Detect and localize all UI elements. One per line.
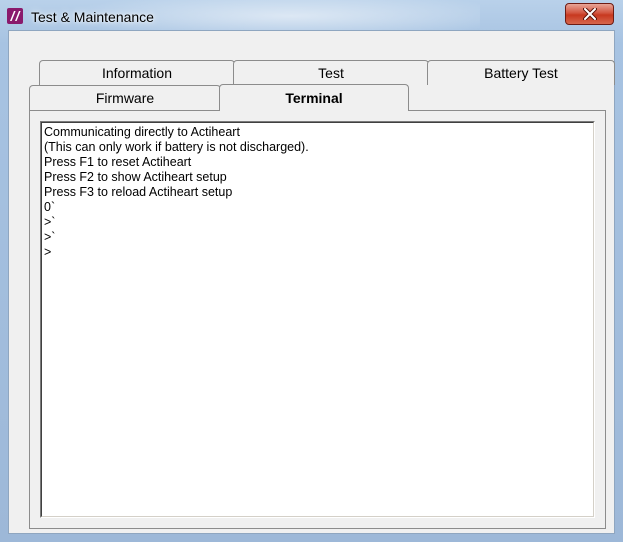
tab-information[interactable]: Information: [39, 60, 235, 85]
terminal-lines: Communicating directly to Actiheart (This…: [42, 123, 593, 260]
terminal-line: (This can only work if battery is not di…: [44, 140, 309, 154]
tab-battery-test[interactable]: Battery Test: [427, 60, 615, 85]
terminal-line: Communicating directly to Actiheart: [44, 125, 240, 139]
tab-firmware[interactable]: Firmware: [29, 85, 221, 110]
terminal-line: >: [44, 245, 52, 259]
tab-label: Information: [101, 65, 173, 81]
terminal-line: >`: [44, 230, 56, 244]
terminal-line: 0`: [44, 200, 56, 214]
window-title: Test & Maintenance: [31, 9, 154, 25]
dialog-client-area: Information Test Battery Test Firmware T…: [8, 30, 615, 534]
terminal-output[interactable]: Communicating directly to Actiheart (This…: [41, 122, 594, 517]
terminal-line: Press F3 to reload Actiheart setup: [44, 185, 233, 199]
tab-label: Terminal: [285, 90, 343, 106]
terminal-line: Press F2 to show Actiheart setup: [44, 170, 227, 184]
app-logo-icon[interactable]: [7, 8, 23, 24]
window-frame: Test & Maintenance Information Test Batt…: [0, 0, 623, 542]
close-button[interactable]: [565, 3, 614, 25]
tab-label: Test: [318, 65, 344, 81]
terminal-frame: Communicating directly to Actiheart (This…: [40, 121, 595, 518]
tab-label: Firmware: [95, 90, 155, 106]
tab-label: Battery Test: [484, 65, 558, 81]
terminal-line: >`: [44, 215, 56, 229]
terminal-tab-page: Communicating directly to Actiheart (This…: [29, 110, 606, 529]
tab-test[interactable]: Test: [233, 60, 429, 85]
tab-terminal[interactable]: Terminal: [219, 84, 409, 111]
terminal-line: Press F1 to reset Actiheart: [44, 155, 192, 169]
close-icon: [582, 8, 597, 20]
title-bar[interactable]: Test & Maintenance: [0, 0, 623, 30]
